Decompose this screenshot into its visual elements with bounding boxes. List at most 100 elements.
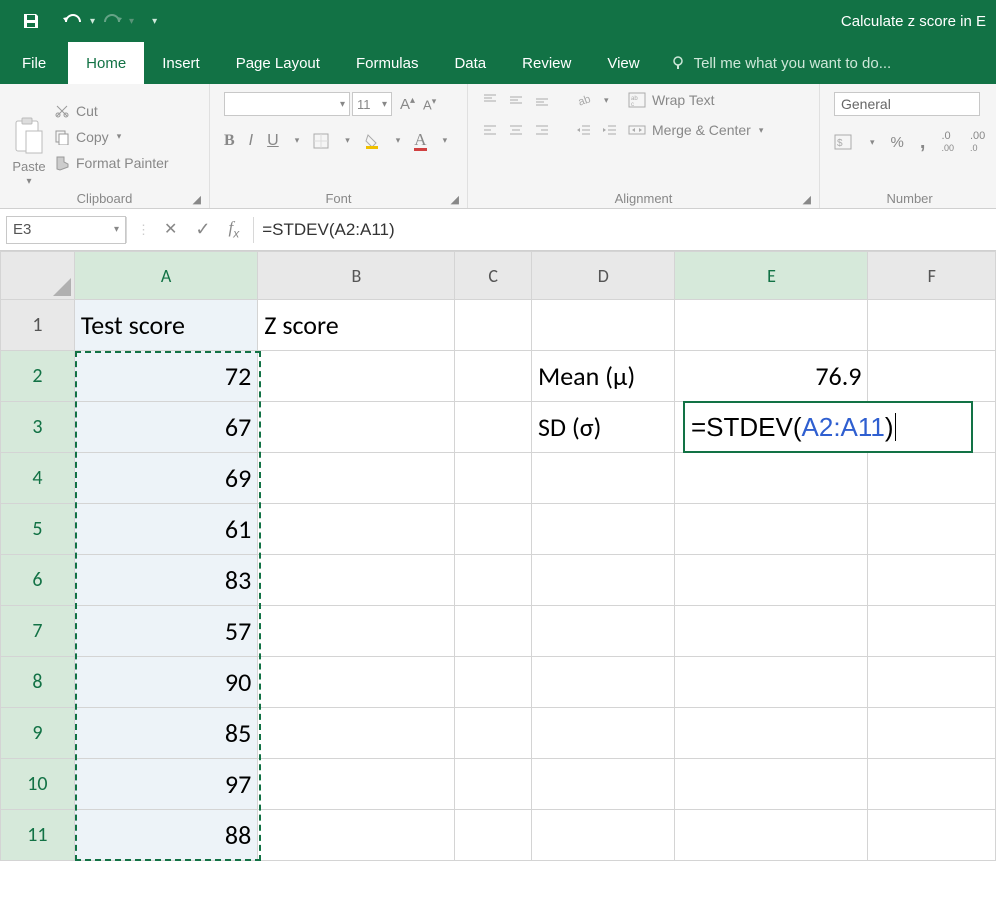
cell-A3[interactable]: 67 — [74, 402, 257, 453]
cell-A6[interactable]: 83 — [74, 555, 257, 606]
number-format-select[interactable]: General — [834, 92, 980, 116]
row-header-11[interactable]: 11 — [1, 810, 75, 861]
align-center-icon[interactable] — [508, 122, 524, 138]
paste-icon[interactable] — [12, 117, 46, 157]
align-bottom-icon[interactable] — [534, 92, 550, 108]
alignment-launcher-icon[interactable]: ◢ — [803, 193, 811, 206]
cell-F9[interactable] — [868, 708, 996, 759]
decrease-indent-icon[interactable] — [576, 122, 592, 138]
decrease-font-icon[interactable]: A▾ — [423, 96, 436, 112]
confirm-formula-icon[interactable]: ✓ — [195, 219, 210, 240]
cell-F11[interactable] — [868, 810, 996, 861]
increase-decimal-icon[interactable]: .0.00 — [941, 130, 954, 154]
copy-button[interactable]: Copy▾ — [54, 129, 169, 145]
tab-file[interactable]: File — [0, 42, 68, 84]
col-header-F[interactable]: F — [868, 252, 996, 300]
cell-C8[interactable] — [455, 657, 532, 708]
cell-B8[interactable] — [258, 657, 455, 708]
tab-home[interactable]: Home — [68, 42, 144, 84]
cell-B9[interactable] — [258, 708, 455, 759]
cell-F2[interactable] — [868, 351, 996, 402]
cut-button[interactable]: Cut — [54, 103, 169, 119]
fx-icon[interactable]: fx — [229, 218, 240, 240]
borders-icon[interactable] — [313, 133, 329, 149]
tab-page-layout[interactable]: Page Layout — [218, 42, 338, 84]
fill-color-icon[interactable] — [364, 133, 380, 149]
row-header-5[interactable]: 5 — [1, 504, 75, 555]
cell-D3[interactable]: SD (σ) — [532, 402, 675, 453]
cell-A9[interactable]: 85 — [74, 708, 257, 759]
cell-D1[interactable] — [532, 300, 675, 351]
tab-insert[interactable]: Insert — [144, 42, 218, 84]
cell-A5[interactable]: 61 — [74, 504, 257, 555]
row-header-2[interactable]: 2 — [1, 351, 75, 402]
select-all-corner[interactable] — [1, 252, 75, 300]
font-launcher-icon[interactable]: ◢ — [451, 193, 459, 206]
orientation-icon[interactable]: ab — [576, 92, 592, 108]
align-top-icon[interactable] — [482, 92, 498, 108]
clipboard-launcher-icon[interactable]: ◢ — [193, 193, 201, 206]
format-painter-button[interactable]: Format Painter — [54, 155, 169, 171]
cancel-formula-icon[interactable]: ✕ — [164, 219, 177, 239]
row-header-3[interactable]: 3 — [1, 402, 75, 453]
save-icon[interactable] — [22, 12, 40, 30]
cell-A4[interactable]: 69 — [74, 453, 257, 504]
cell-C2[interactable] — [455, 351, 532, 402]
cell-F6[interactable] — [868, 555, 996, 606]
cell-D6[interactable] — [532, 555, 675, 606]
cell-A1[interactable]: Test score — [74, 300, 257, 351]
cell-E2[interactable]: 76.9 — [675, 351, 868, 402]
cell-C6[interactable] — [455, 555, 532, 606]
cell-D5[interactable] — [532, 504, 675, 555]
cell-B4[interactable] — [258, 453, 455, 504]
font-size-select[interactable]: 11▾ — [352, 92, 392, 116]
cell-C3[interactable] — [455, 402, 532, 453]
cell-F4[interactable] — [868, 453, 996, 504]
cell-E4[interactable] — [675, 453, 868, 504]
row-header-7[interactable]: 7 — [1, 606, 75, 657]
tab-formulas[interactable]: Formulas — [338, 42, 437, 84]
bold-button[interactable]: B — [224, 132, 235, 150]
formula-input[interactable]: =STDEV(A2:A11) — [254, 216, 996, 244]
row-header-6[interactable]: 6 — [1, 555, 75, 606]
cell-A10[interactable]: 97 — [74, 759, 257, 810]
cell-A7[interactable]: 57 — [74, 606, 257, 657]
cell-B6[interactable] — [258, 555, 455, 606]
cell-F5[interactable] — [868, 504, 996, 555]
cell-C9[interactable] — [455, 708, 532, 759]
cell-B5[interactable] — [258, 504, 455, 555]
cell-F1[interactable] — [868, 300, 996, 351]
cell-B11[interactable] — [258, 810, 455, 861]
cell-E5[interactable] — [675, 504, 868, 555]
cell-D4[interactable] — [532, 453, 675, 504]
cell-A2[interactable]: 72 — [74, 351, 257, 402]
cell-B1[interactable]: Z score — [258, 300, 455, 351]
cell-E1[interactable] — [675, 300, 868, 351]
cell-D8[interactable] — [532, 657, 675, 708]
tab-review[interactable]: Review — [504, 42, 589, 84]
undo-icon[interactable] — [62, 12, 84, 30]
cell-D2[interactable]: Mean (μ) — [532, 351, 675, 402]
percent-button[interactable]: % — [891, 134, 904, 151]
cell-A8[interactable]: 90 — [74, 657, 257, 708]
cell-B2[interactable] — [258, 351, 455, 402]
underline-button[interactable]: U — [267, 132, 279, 150]
decrease-decimal-icon[interactable]: .00.0 — [970, 130, 985, 154]
accounting-format-icon[interactable]: $ — [834, 134, 852, 150]
cell-E10[interactable] — [675, 759, 868, 810]
cell-E7[interactable] — [675, 606, 868, 657]
cell-E8[interactable] — [675, 657, 868, 708]
comma-button[interactable]: , — [920, 131, 926, 154]
tab-data[interactable]: Data — [436, 42, 504, 84]
cell-B7[interactable] — [258, 606, 455, 657]
cell-E9[interactable] — [675, 708, 868, 759]
tell-me[interactable]: Tell me what you want to do... — [658, 42, 892, 84]
font-color-icon[interactable]: A — [414, 130, 426, 151]
cell-C10[interactable] — [455, 759, 532, 810]
cell-D9[interactable] — [532, 708, 675, 759]
increase-font-icon[interactable]: A▴ — [394, 95, 421, 113]
cell-F10[interactable] — [868, 759, 996, 810]
cell-F8[interactable] — [868, 657, 996, 708]
cell-C5[interactable] — [455, 504, 532, 555]
cell-E11[interactable] — [675, 810, 868, 861]
